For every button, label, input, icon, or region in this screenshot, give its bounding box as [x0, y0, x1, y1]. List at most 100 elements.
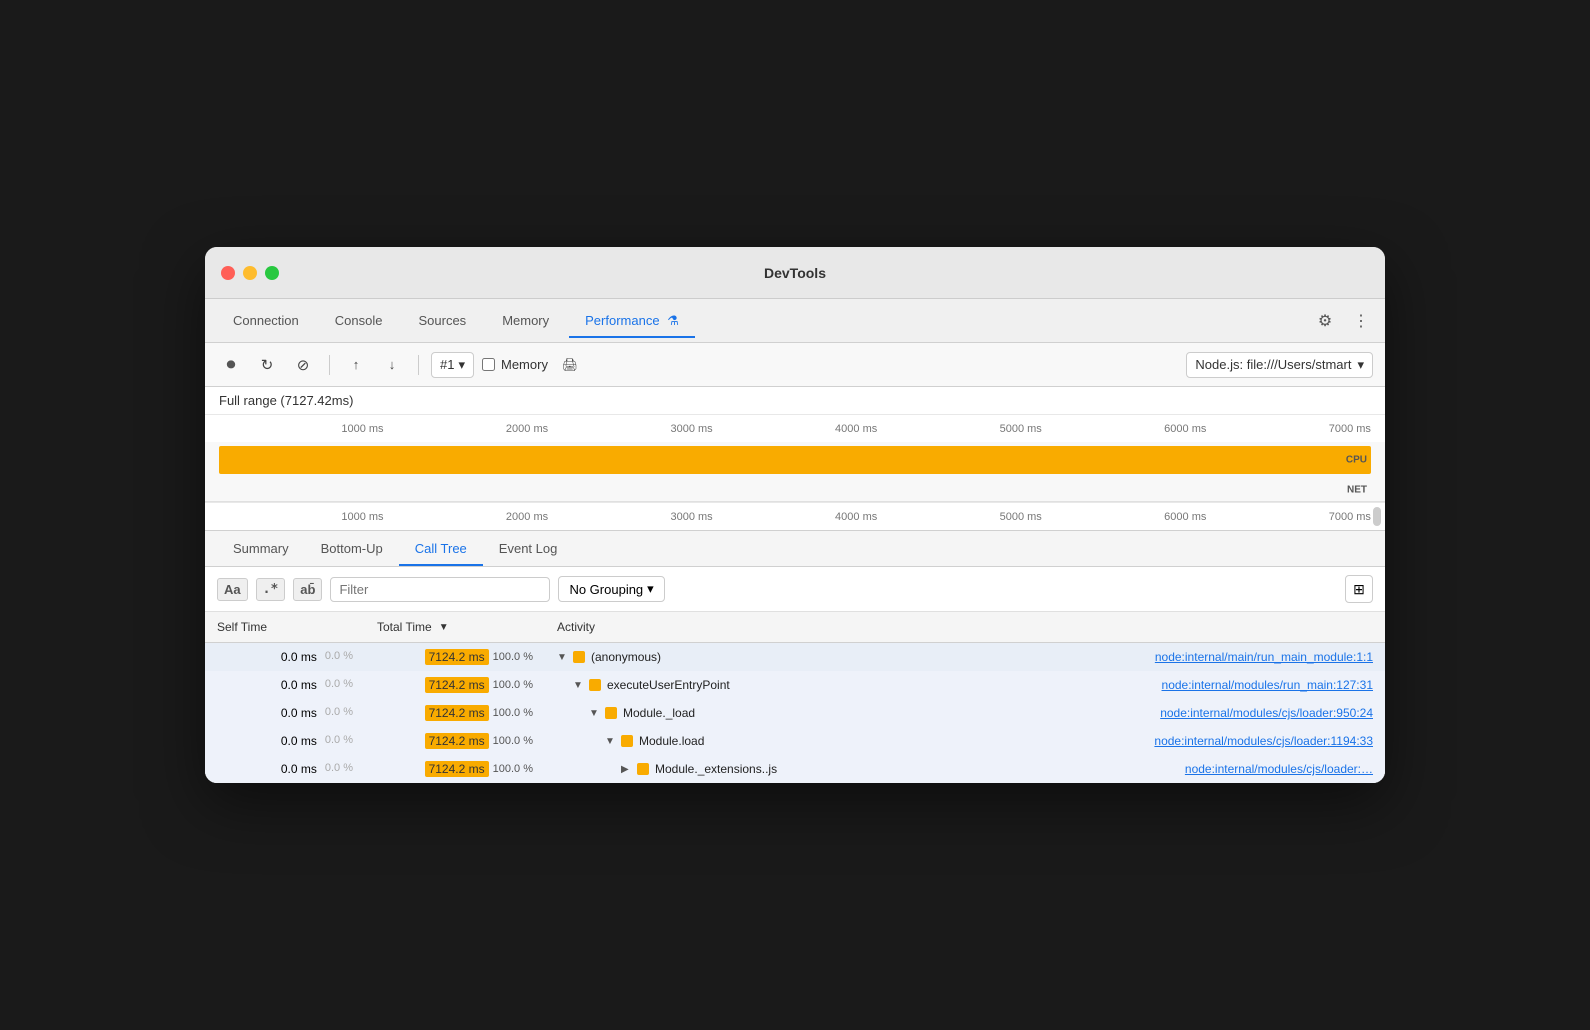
table-row[interactable]: 0.0 ms 0.0 % 7124.2 ms 100.0 %: [205, 699, 1385, 727]
window-title: DevTools: [764, 265, 826, 281]
activity-link[interactable]: node:internal/modules/cjs/loader:950:24: [1160, 706, 1373, 720]
activity-link[interactable]: node:internal/modules/run_main:127:31: [1162, 678, 1373, 692]
download-button[interactable]: ↓: [378, 351, 406, 379]
maximize-button[interactable]: [265, 266, 279, 280]
table-row[interactable]: 0.0 ms 0.0 % 7124.2 ms 100.0 %: [205, 727, 1385, 755]
tab-bottom-up[interactable]: Bottom-Up: [305, 531, 399, 566]
upload-button[interactable]: ↑: [342, 351, 370, 379]
cpu-bar: [219, 446, 1371, 474]
title-bar: DevTools: [205, 247, 1385, 299]
bottom-ruler[interactable]: 1000 ms 2000 ms 3000 ms 4000 ms 5000 ms …: [205, 502, 1385, 530]
tab-sources[interactable]: Sources: [402, 305, 482, 336]
activity-link[interactable]: node:internal/modules/cjs/loader:…: [1185, 762, 1373, 776]
panel-toggle-icon: ⊞: [1353, 581, 1365, 598]
reload-button[interactable]: ↻: [253, 351, 281, 379]
ruler-mark: 2000 ms: [506, 423, 548, 435]
whole-word-toggle[interactable]: ab̄: [293, 578, 322, 601]
total-time-pct: 100.0 %: [493, 735, 533, 747]
table-row[interactable]: 0.0 ms 0.0 % 7124.2 ms 100.0 %: [205, 671, 1385, 699]
ruler-mark: 1000 ms: [341, 423, 383, 435]
activity-icon: [605, 707, 617, 719]
cell-total-time: 7124.2 ms 100.0 %: [365, 727, 545, 755]
ruler-mark: 4000 ms: [835, 423, 877, 435]
devtools-window: DevTools Connection Console Sources Memo…: [205, 247, 1385, 783]
node-dropdown-icon: ▾: [1357, 357, 1364, 373]
activity-link[interactable]: node:internal/modules/cjs/loader:1194:33: [1154, 734, 1373, 748]
activity-name: (anonymous): [591, 650, 661, 664]
memory-checkbox-input[interactable]: [482, 358, 495, 371]
self-time-value: 0.0 ms: [281, 734, 317, 748]
tab-list: Connection Console Sources Memory Perfor…: [217, 305, 1313, 337]
expand-arrow-icon[interactable]: ▶: [621, 764, 631, 775]
clear-button[interactable]: ⊘: [289, 351, 317, 379]
regex-toggle[interactable]: .*: [256, 578, 286, 601]
grouping-select[interactable]: No Grouping ▾: [558, 576, 664, 602]
tab-memory[interactable]: Memory: [486, 305, 565, 336]
self-time-value: 0.0 ms: [281, 762, 317, 776]
expand-arrow-icon[interactable]: ▼: [589, 708, 599, 719]
close-button[interactable]: [221, 266, 235, 280]
self-time-value: 0.0 ms: [281, 678, 317, 692]
bottom-tab-list: Summary Bottom-Up Call Tree Event Log: [205, 531, 1385, 567]
bottom-panel: Summary Bottom-Up Call Tree Event Log Aa…: [205, 531, 1385, 783]
memory-checkbox-wrapper[interactable]: Memory: [482, 357, 548, 372]
self-time-value: 0.0 ms: [281, 706, 317, 720]
expand-arrow-icon[interactable]: ▼: [573, 680, 583, 691]
self-time-pct: 0.0 %: [325, 650, 353, 664]
ruler-mark: 6000 ms: [1164, 423, 1206, 435]
total-time-pct: 100.0 %: [493, 763, 533, 775]
tab-console[interactable]: Console: [319, 305, 399, 336]
cpu-bar-container: CPU: [205, 442, 1385, 478]
cell-total-time: 7124.2 ms 100.0 %: [365, 643, 545, 672]
more-options-icon[interactable]: ⋮: [1349, 309, 1373, 333]
activity-link[interactable]: node:internal/main/run_main_module:1:1: [1155, 650, 1373, 664]
tab-performance[interactable]: Performance ⚗: [569, 305, 695, 337]
cell-self-time: 0.0 ms 0.0 %: [205, 727, 365, 755]
table-row[interactable]: 0.0 ms 0.0 % 7124.2 ms 100.0 %: [205, 755, 1385, 783]
activity-name: Module.load: [639, 734, 704, 748]
top-ruler[interactable]: 1000 ms 2000 ms 3000 ms 4000 ms 5000 ms …: [205, 414, 1385, 442]
profile-selector[interactable]: #1 ▾: [431, 352, 474, 378]
expand-arrow-icon[interactable]: ▼: [557, 652, 567, 663]
tab-call-tree[interactable]: Call Tree: [399, 531, 483, 566]
record-button[interactable]: ⏺: [217, 351, 245, 379]
ruler-mark: 6000 ms: [1164, 511, 1206, 523]
total-time-value: 7124.2 ms: [425, 649, 489, 665]
expand-arrow-icon[interactable]: ▼: [605, 736, 615, 747]
node-label: Node.js: file:///Users/stmart: [1195, 357, 1351, 372]
toolbar: ⏺ ↻ ⊘ ↑ ↓ #1 ▾ Memory 🖨 Node.js: file://…: [205, 343, 1385, 387]
tab-connection[interactable]: Connection: [217, 305, 315, 336]
col-header-self-time[interactable]: Self Time: [205, 612, 365, 643]
ruler-mark: 5000 ms: [1000, 511, 1042, 523]
minimize-button[interactable]: [243, 266, 257, 280]
self-time-value: 0.0 ms: [281, 650, 317, 664]
ruler-mark: 2000 ms: [506, 511, 548, 523]
total-time-value: 7124.2 ms: [425, 677, 489, 693]
filter-bar: Aa .* ab̄ No Grouping ▾ ⊞: [205, 567, 1385, 612]
tab-event-log[interactable]: Event Log: [483, 531, 574, 566]
flask-icon: ⚗: [667, 313, 679, 328]
self-time-pct: 0.0 %: [325, 678, 353, 692]
col-header-total-time[interactable]: Total Time ▼: [365, 612, 545, 643]
scrollbar[interactable]: [1373, 507, 1381, 526]
cell-self-time: 0.0 ms 0.0 %: [205, 699, 365, 727]
table-header-row: Self Time Total Time ▼ Activity: [205, 612, 1385, 643]
tab-summary[interactable]: Summary: [217, 531, 305, 566]
activity-name: Module._load: [623, 706, 695, 720]
total-time-pct: 100.0 %: [493, 651, 533, 663]
table-row[interactable]: 0.0 ms 0.0 % 7124.2 ms 100.0 %: [205, 643, 1385, 672]
memory-icon[interactable]: 🖨: [556, 351, 584, 379]
cell-activity: ▼ Module._load node:internal/modules/cjs…: [545, 699, 1385, 727]
filter-input[interactable]: [330, 577, 550, 602]
net-bar-container: NET: [205, 478, 1385, 502]
self-time-pct: 0.0 %: [325, 734, 353, 748]
activity-name: Module._extensions..js: [655, 762, 777, 776]
activity-icon: [637, 763, 649, 775]
panel-toggle-button[interactable]: ⊞: [1345, 575, 1373, 603]
case-sensitive-toggle[interactable]: Aa: [217, 578, 248, 601]
cell-total-time: 7124.2 ms 100.0 %: [365, 671, 545, 699]
node-selector[interactable]: Node.js: file:///Users/stmart ▾: [1186, 352, 1373, 378]
ruler-mark: 3000 ms: [670, 511, 712, 523]
cpu-label: CPU: [1346, 455, 1367, 466]
settings-icon[interactable]: ⚙: [1313, 309, 1337, 333]
